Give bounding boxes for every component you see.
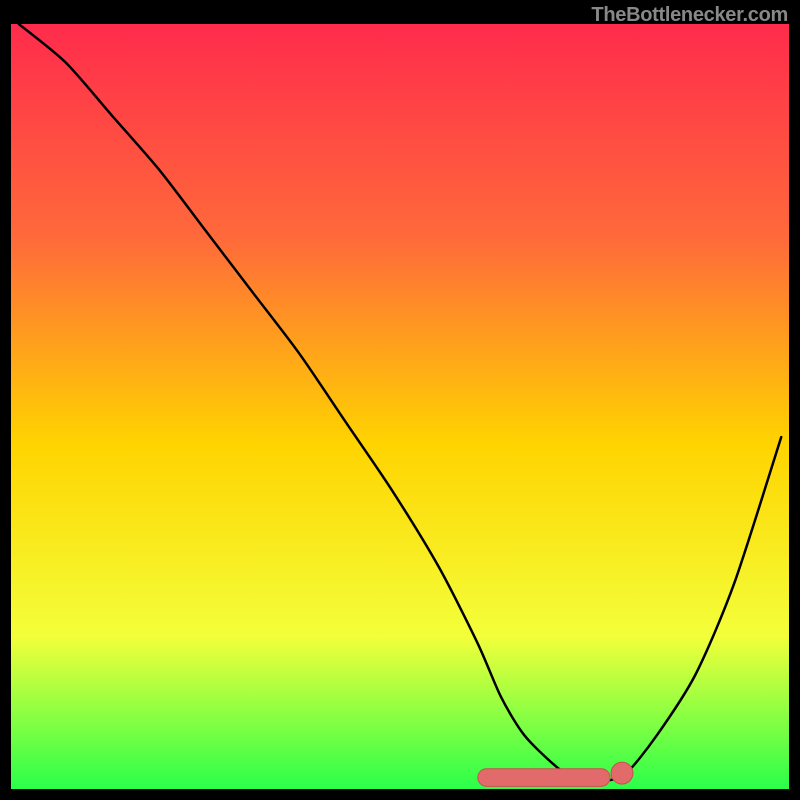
gradient-background [11, 24, 789, 789]
bottleneck-chart [0, 0, 800, 800]
watermark: TheBottlenecker.com [591, 4, 788, 27]
frame-right [789, 0, 800, 800]
frame-bottom [0, 789, 800, 800]
frame-left [0, 0, 11, 800]
